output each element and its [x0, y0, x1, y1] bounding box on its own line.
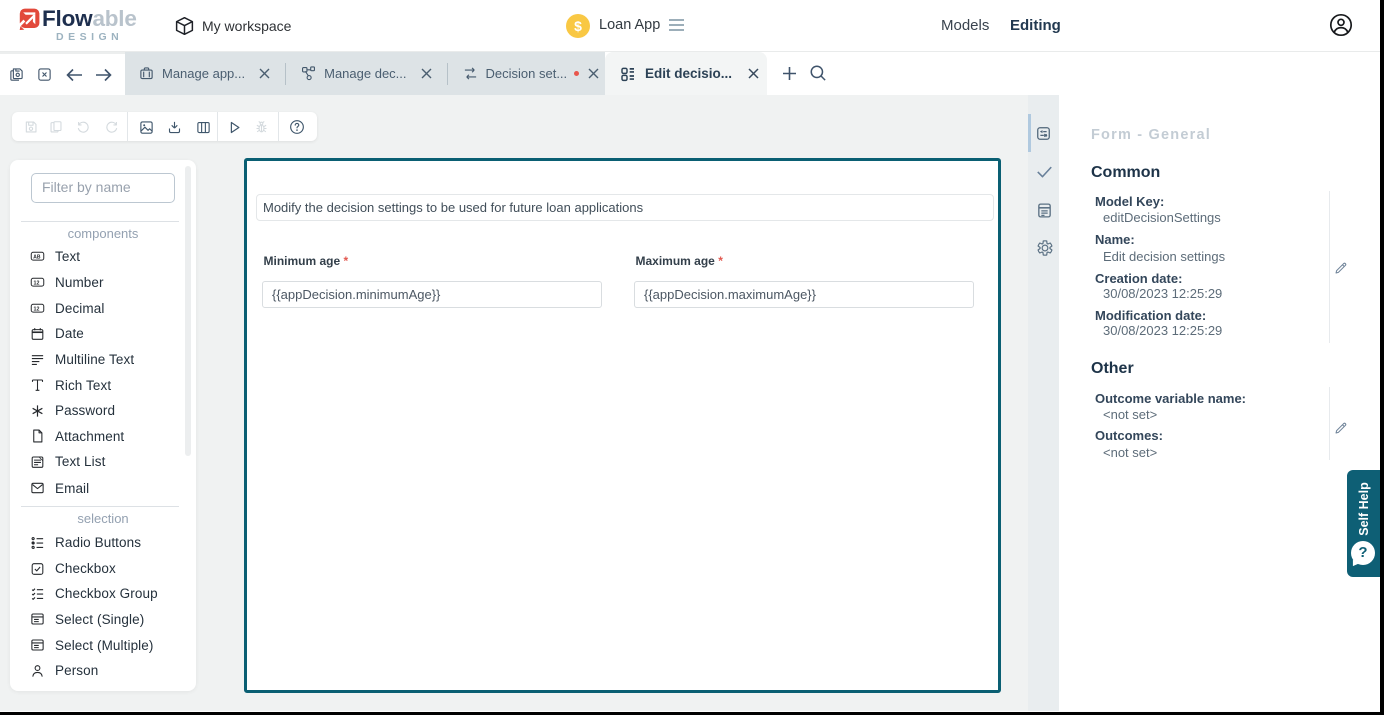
svg-text:12: 12	[34, 280, 40, 286]
svg-text:AB: AB	[33, 255, 41, 261]
svg-text:12: 12	[34, 306, 40, 312]
